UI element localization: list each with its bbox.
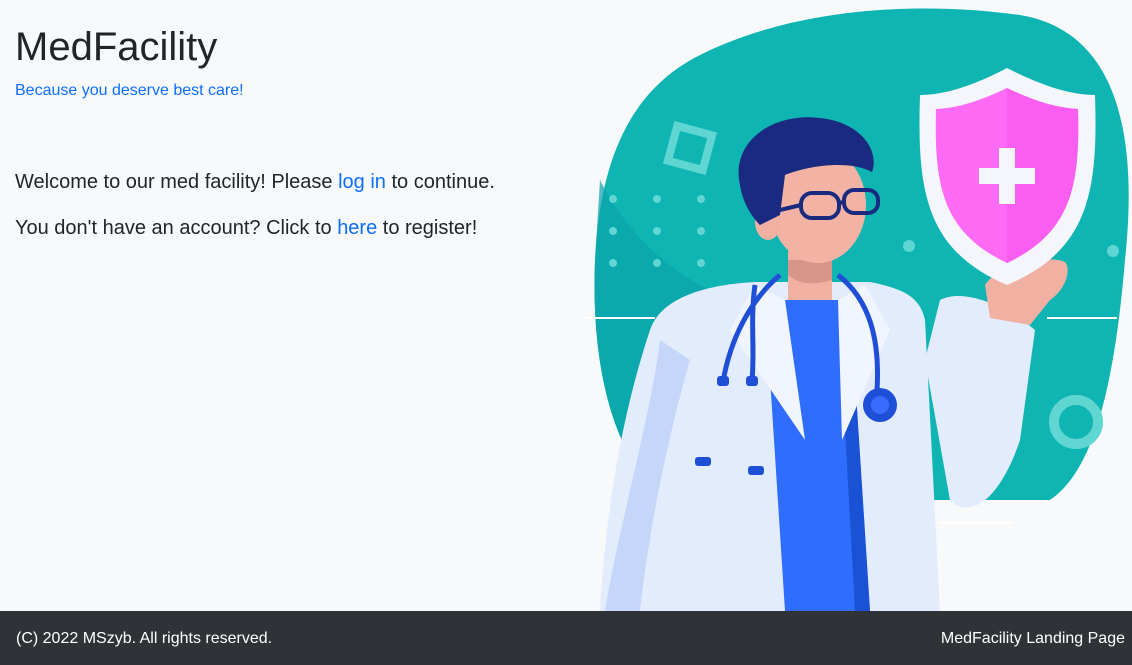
main-content: MedFacility Because you deserve best car… [0,0,1132,611]
login-message-prefix: Welcome to our med facility! Please [15,171,339,193]
register-message: You don't have an account? Click to here… [15,215,477,241]
doctor-illustration [585,8,1129,611]
register-message-prefix: You don't have an account? Click to [15,217,338,239]
login-link[interactable]: log in [338,171,386,193]
login-message-suffix: to continue. [385,171,495,193]
footer-copyright: (C) 2022 MSzyb. All rights reserved. [16,630,273,647]
page-footer: (C) 2022 MSzyb. All rights reserved. Med… [0,611,1132,665]
register-message-suffix: to register! [377,217,478,239]
site-tagline: Because you deserve best care! [15,82,244,99]
login-message: Welcome to our med facility! Please log … [15,169,495,195]
site-title: MedFacility [15,25,218,69]
register-link[interactable]: here [337,217,377,239]
footer-page-label: MedFacility Landing Page [940,630,1125,647]
